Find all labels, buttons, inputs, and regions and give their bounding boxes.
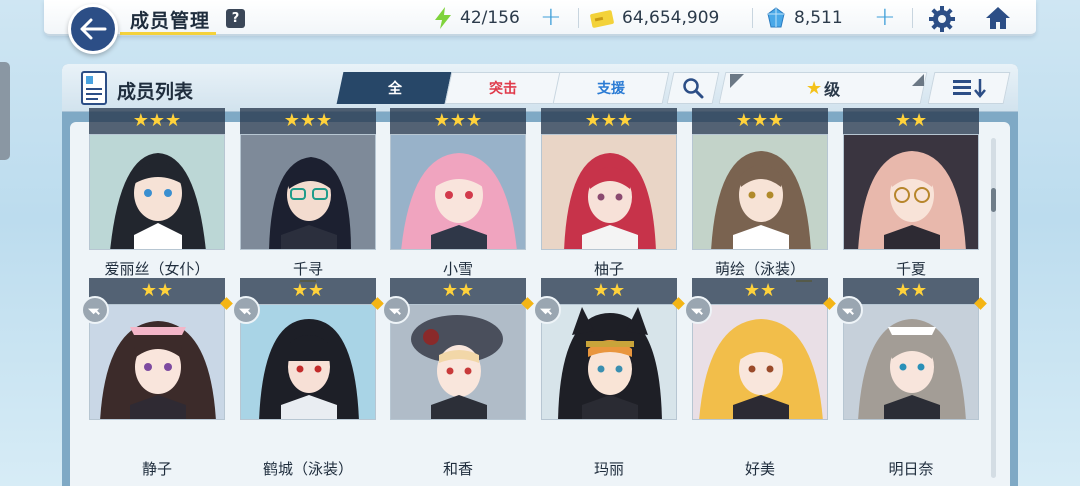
list-doc-icon bbox=[81, 71, 107, 105]
star-rating: ★★★ bbox=[541, 108, 677, 134]
lock-pin-icon[interactable] bbox=[533, 296, 561, 324]
star-rating: ★★★ bbox=[390, 108, 526, 134]
sort-label: 级 bbox=[824, 80, 841, 99]
lock-pin-icon[interactable] bbox=[835, 296, 863, 324]
lock-pin-icon[interactable] bbox=[684, 296, 712, 324]
member-portrait bbox=[692, 304, 828, 420]
divider bbox=[752, 8, 753, 28]
member-portrait bbox=[240, 304, 376, 420]
member-portrait bbox=[390, 134, 526, 250]
sort-order-button[interactable] bbox=[927, 72, 1011, 104]
member-portrait bbox=[692, 134, 828, 250]
star-rating: ★★ bbox=[240, 278, 376, 304]
member-name: 千寻 bbox=[292, 260, 323, 278]
star-rating: ★★★ bbox=[692, 108, 828, 134]
member-name: 明日奈 bbox=[888, 460, 934, 478]
tab-assault[interactable]: 突击 bbox=[444, 72, 562, 104]
star-rating: ★★ bbox=[843, 108, 979, 134]
lightning-icon bbox=[435, 7, 451, 29]
member-name: 柚子 bbox=[593, 260, 624, 278]
member-name: 千夏 bbox=[895, 260, 926, 278]
member-portrait bbox=[843, 134, 979, 250]
page-title: 成员管理 bbox=[130, 10, 211, 32]
member-portrait bbox=[541, 304, 677, 420]
home-icon[interactable] bbox=[984, 5, 1012, 31]
scrollbar-thumb[interactable] bbox=[991, 188, 996, 212]
side-drawer-handle[interactable] bbox=[0, 62, 10, 160]
star-rating: ★★ bbox=[692, 278, 828, 304]
member-name: 鹤城（泳装） bbox=[262, 460, 353, 478]
sort-dropdown[interactable]: ★ 级 bbox=[718, 72, 928, 104]
star-rating: ★★★ bbox=[89, 108, 225, 134]
tab-all[interactable]: 全 bbox=[336, 72, 454, 104]
tab-label: 全 bbox=[388, 81, 402, 97]
filter-corner-icon bbox=[730, 74, 744, 88]
member-portrait bbox=[390, 304, 526, 420]
divider bbox=[578, 8, 579, 28]
sort-order-icon bbox=[953, 79, 986, 98]
member-name: 和香 bbox=[442, 460, 473, 478]
star-rating: ★★ bbox=[390, 278, 526, 304]
member-name: 玛丽 bbox=[593, 460, 624, 478]
credits-value: 64,654,909 bbox=[622, 8, 720, 28]
search-button[interactable] bbox=[666, 72, 720, 104]
panel-title: 成员列表 bbox=[117, 81, 194, 103]
star-rating: ★★ bbox=[541, 278, 677, 304]
member-name: 静子 bbox=[141, 460, 172, 478]
back-arrow-icon bbox=[80, 18, 107, 40]
star-icon: ★ bbox=[805, 77, 823, 99]
gear-icon[interactable] bbox=[928, 5, 956, 33]
title-underline bbox=[120, 32, 216, 35]
divider bbox=[912, 8, 913, 28]
member-portrait bbox=[240, 134, 376, 250]
add-gems-button[interactable]: + bbox=[874, 4, 896, 30]
lock-pin-icon[interactable] bbox=[232, 296, 260, 324]
add-ap-button[interactable]: + bbox=[540, 4, 562, 30]
member-portrait bbox=[89, 134, 225, 250]
member-name: 萌绘（泳装） bbox=[714, 260, 805, 278]
member-portrait bbox=[89, 304, 225, 420]
dropdown-corner-icon bbox=[912, 74, 924, 86]
member-name: 小雪 bbox=[442, 260, 473, 278]
member-name: 好美 bbox=[744, 460, 775, 478]
gems-value: 8,511 bbox=[794, 8, 843, 28]
tab-label: 突击 bbox=[489, 81, 517, 97]
back-button[interactable] bbox=[68, 4, 118, 54]
ap-value: 42/156 bbox=[460, 8, 520, 28]
member-portrait bbox=[843, 304, 979, 420]
star-rating: ★★ bbox=[843, 278, 979, 304]
tab-label: 支援 bbox=[597, 81, 625, 97]
member-name: 爱丽丝（女仆） bbox=[104, 260, 210, 278]
credit-card-icon bbox=[590, 10, 614, 28]
lock-pin-icon[interactable] bbox=[382, 296, 410, 324]
star-rating: ★★ bbox=[89, 278, 225, 304]
help-icon[interactable]: ? bbox=[226, 9, 245, 28]
member-portrait bbox=[541, 134, 677, 250]
gem-icon bbox=[767, 7, 785, 28]
lock-pin-icon[interactable] bbox=[81, 296, 109, 324]
star-rating: ★★★ bbox=[240, 108, 376, 134]
tab-support[interactable]: 支援 bbox=[552, 72, 670, 104]
search-icon bbox=[683, 78, 704, 99]
